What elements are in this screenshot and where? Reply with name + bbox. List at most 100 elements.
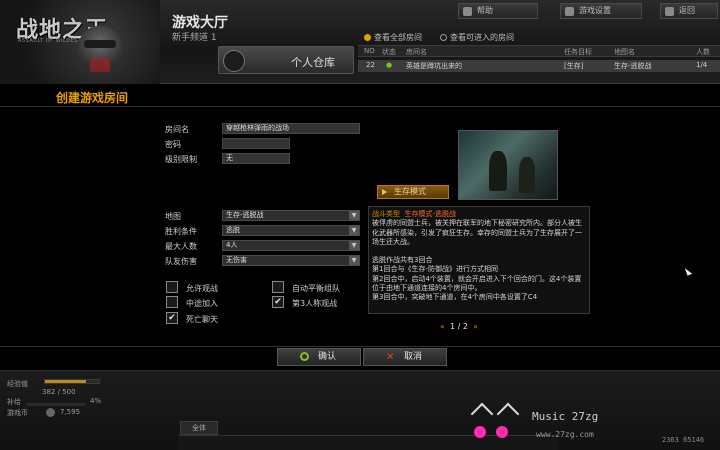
exp-value: 382 / 500 xyxy=(42,388,76,396)
allow-spectate-label: 允许观战 xyxy=(186,284,218,293)
settings-button-label: 游戏设置 xyxy=(579,6,611,15)
divider xyxy=(0,346,720,347)
play-arrow-icon xyxy=(382,189,387,195)
map-select[interactable]: 生存-逃脱战 ▼ xyxy=(222,210,360,221)
mid-join-checkbox[interactable] xyxy=(166,296,178,308)
create-room-dialog: 创建游戏房间 房间名 穿越枪林弹雨的战场 密码 级别限制 无 生存模式 地图 生… xyxy=(0,84,720,370)
room-list-header: NO 状态 房间名 任务目标 地图名 人数 xyxy=(358,45,720,57)
radio-unselected-icon xyxy=(440,34,447,41)
friendly-fire-value: 无伤害 xyxy=(226,256,247,264)
radio-enterable-rooms[interactable]: 查看可进入的房间 xyxy=(440,32,514,43)
room-map: 生存-逃脱战 xyxy=(614,62,652,70)
help-icon xyxy=(463,7,472,16)
personal-locker-button[interactable]: 个人仓库 xyxy=(218,46,354,74)
room-no: 22 xyxy=(366,61,375,69)
battle-type-key: 战斗类型 xyxy=(372,210,400,218)
password-input[interactable] xyxy=(222,138,290,149)
watermark-text: Music 27zg xyxy=(532,410,599,423)
dropdown-arrow-icon: ▼ xyxy=(349,226,359,235)
dialog-title: 创建游戏房间 xyxy=(56,91,129,105)
win-condition-label: 胜利条件 xyxy=(165,227,197,236)
radio-selected-icon xyxy=(364,34,371,41)
current-page: 1 xyxy=(450,322,456,331)
supply-label: 补给 xyxy=(7,398,21,406)
col-mission[interactable]: 任务目标 xyxy=(564,47,592,57)
coin-label: 游戏币 xyxy=(7,409,28,417)
dropdown-arrow-icon: ▼ xyxy=(349,256,359,265)
room-name: 英雄是蹲坑出来的 xyxy=(406,62,462,70)
divider xyxy=(0,106,720,107)
exp-progress-fill xyxy=(45,380,87,383)
description-text: 被俘虏的同盟士兵，被关押在联军的地下秘密研究所内。部分人被生化武器所感染，引发了… xyxy=(372,219,582,246)
map-preview-image xyxy=(458,130,558,200)
friendly-fire-select[interactable]: 无伤害 ▼ xyxy=(222,255,360,266)
map-select-value: 生存-逃脱战 xyxy=(226,211,264,219)
coin-icon xyxy=(46,408,55,417)
settings-icon xyxy=(565,7,574,16)
game-settings-button[interactable]: 游戏设置 xyxy=(560,3,642,19)
status-number: 2363 65146 xyxy=(662,436,705,444)
description-pager: « 1 / 2 » xyxy=(440,322,478,331)
cancel-button[interactable]: ✕ 取消 xyxy=(363,348,447,366)
room-name-input[interactable]: 穿越枪林弹雨的战场 xyxy=(222,123,360,134)
battle-type-line: 战斗类型 生存模式-逃脱战 xyxy=(372,210,586,219)
room-name-label: 房间名 xyxy=(165,125,189,134)
prev-page-icon[interactable]: « xyxy=(440,322,445,331)
locker-icon xyxy=(223,50,245,72)
soldier-figure xyxy=(489,151,507,191)
win-condition-value: 逃脱 xyxy=(226,226,240,234)
room-list-row[interactable]: 22 ● 英雄是蹲坑出来的 [生存] 生存-逃脱战 1/4 xyxy=(358,60,720,72)
watermark-url: www.27zg.com xyxy=(536,430,594,439)
next-page-icon[interactable]: » xyxy=(473,322,478,331)
dropdown-arrow-icon: ▼ xyxy=(349,241,359,250)
exp-progress-bar xyxy=(44,379,100,384)
player-status-bar: 经验值 382 / 500 补给 4% 游戏币 7,595 全体 xyxy=(0,370,720,450)
back-button[interactable]: 返回 xyxy=(660,3,718,19)
level-limit-input[interactable]: 无 xyxy=(222,153,290,164)
death-chat-label: 死亡聊天 xyxy=(186,315,218,324)
radio-all-rooms[interactable]: 查看全部房间 xyxy=(364,32,422,43)
col-no[interactable]: NO xyxy=(364,47,375,55)
radio-all-rooms-label: 查看全部房间 xyxy=(374,33,422,42)
confirm-button[interactable]: 确认 xyxy=(277,348,361,366)
col-map[interactable]: 地图名 xyxy=(614,47,635,57)
radio-enterable-rooms-label: 查看可进入的房间 xyxy=(450,33,514,42)
password-label: 密码 xyxy=(165,140,181,149)
tab-survival-mode[interactable]: 生存模式 xyxy=(377,185,449,199)
help-button[interactable]: 帮助 xyxy=(458,3,538,19)
description-text: 第3回合中，突破地下通道，在4个房间中各设置了C4 xyxy=(372,293,538,302)
coin-value: 7,595 xyxy=(60,408,81,416)
max-players-select[interactable]: 4人 ▼ xyxy=(222,240,360,251)
allow-spectate-checkbox[interactable] xyxy=(166,281,178,293)
level-limit-label: 级别限制 xyxy=(165,155,197,164)
channel-label: 新手频道 1 xyxy=(172,33,217,43)
description-text xyxy=(372,247,586,256)
mid-join-label: 中途加入 xyxy=(186,299,218,308)
room-players: 1/4 xyxy=(696,61,708,69)
friendly-fire-label: 队友伤害 xyxy=(165,257,197,266)
col-room-name[interactable]: 房间名 xyxy=(406,47,427,57)
win-condition-select[interactable]: 逃脱 ▼ xyxy=(222,225,360,236)
third-person-spectate-label: 第3人称观战 xyxy=(292,299,338,308)
third-person-spectate-checkbox[interactable]: ✔ xyxy=(272,296,284,308)
map-label: 地图 xyxy=(165,212,181,221)
cancel-button-label: 取消 xyxy=(404,352,423,362)
confirm-button-label: 确认 xyxy=(318,352,337,362)
top-bar: 战地之王 ASSAULT OF WILDEST ARMS 游戏大厅 新手频道 1… xyxy=(0,0,720,84)
supply-progress-bar xyxy=(26,403,86,406)
description-text: 第1回合与《生存-防御战》进行方式相同 xyxy=(372,265,498,274)
room-status-icon: ● xyxy=(386,61,393,69)
max-players-label: 最大人数 xyxy=(165,242,197,251)
col-players[interactable]: 人数 xyxy=(696,47,710,57)
max-players-value: 4人 xyxy=(226,241,238,249)
room-mission: [生存] xyxy=(564,62,584,70)
tab-chat-all[interactable]: 全体 xyxy=(180,421,218,435)
help-button-label: 帮助 xyxy=(477,6,493,15)
death-chat-checkbox[interactable]: ✔ xyxy=(166,312,178,324)
col-status[interactable]: 状态 xyxy=(382,47,396,57)
supply-value: 4% xyxy=(90,397,102,405)
back-button-label: 返回 xyxy=(679,6,695,15)
tab-survival-mode-label: 生存模式 xyxy=(394,187,426,196)
auto-balance-checkbox[interactable] xyxy=(272,281,284,293)
game-logo: 战地之王 ASSAULT OF WILDEST ARMS xyxy=(0,0,160,84)
